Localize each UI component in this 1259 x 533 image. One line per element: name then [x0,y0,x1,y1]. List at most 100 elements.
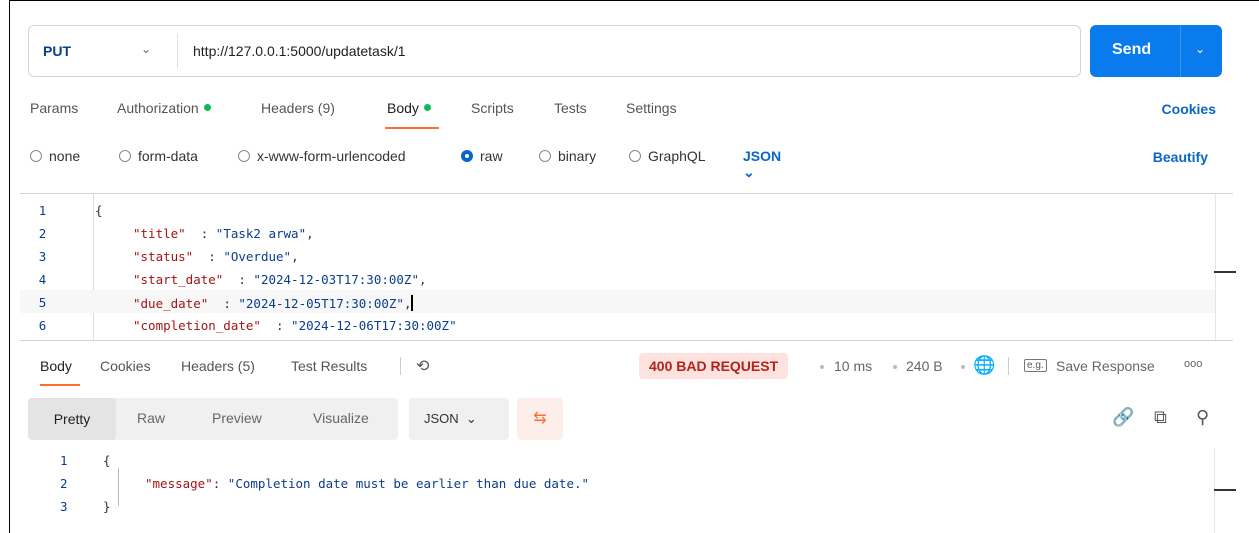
editor-line-active: 5 "due_date" : "2024-12-05T17:30:00Z", [20,290,1215,313]
tab-params[interactable]: Params [30,100,78,116]
radio-binary[interactable]: binary [539,148,596,164]
link-icon[interactable]: 🔗 [1112,407,1134,428]
history-icon[interactable]: ⟲ [416,356,429,376]
method-select[interactable]: PUT [43,43,71,59]
json-sep: : [260,318,292,333]
globe-icon[interactable]: 🌐 [973,355,995,376]
copy-icon[interactable]: ⧉ [1154,407,1167,428]
json-value: "Overdue" [223,249,292,264]
editor-line: 6 "completion_date" : "2024-12-06T17:30:… [20,313,1215,336]
save-response-button[interactable]: Save Response [1056,358,1155,374]
send-button[interactable]: Send ⌄ [1090,25,1222,77]
request-body-editor[interactable]: 1 { 2 "title" : "Task2 arwa", 3 "status"… [20,193,1233,341]
radio-icon [30,150,42,162]
radio-icon [539,150,551,162]
line-number: 1 [60,453,68,468]
line-number: 1 [38,203,47,218]
editor-line: 1 { [20,198,1215,221]
code-text: "due_date" : "2024-12-05T17:30:00Z", [133,295,414,311]
chevron-down-icon[interactable]: ⌄ [141,42,151,56]
json-value: "Completion date must be earlier than du… [227,476,590,491]
format-label: JSON [743,148,782,164]
response-tab-body[interactable]: Body [40,358,72,374]
code-text: "completion_date" : "2024-12-06T17:30:00… [133,318,457,333]
more-options-icon[interactable]: ooo [1184,358,1202,370]
url-input[interactable]: http://127.0.0.1:5000/updatetask/1 [193,43,406,59]
view-pretty[interactable]: Pretty [28,398,116,440]
code-text: } [103,499,111,514]
url-bar: PUT ⌄ http://127.0.0.1:5000/updatetask/1 [28,25,1081,77]
response-tab-cookies[interactable]: Cookies [100,358,151,374]
radio-label: x-www-form-urlencoded [257,148,406,164]
json-value: "Task2 arwa" [215,226,307,241]
text-cursor [411,295,414,311]
json-sep: : [223,272,254,287]
wrap-lines-icon[interactable]: ⇆ [517,398,563,440]
divider [400,357,401,375]
response-view-toggle: Pretty Raw Preview Visualize [28,398,398,440]
line-number: 2 [38,226,47,241]
response-body[interactable]: 1 { 2 "message": "Completion date must b… [20,448,1233,533]
separator-dot [820,365,824,369]
code-text: "status" : "Overdue", [133,249,299,264]
response-size[interactable]: 240 B [906,358,943,374]
active-dot-icon [203,104,211,111]
json-value: "2024-12-03T17:30:00Z" [253,272,419,287]
beautify-button[interactable]: Beautify [1153,149,1208,165]
status-badge[interactable]: 400 BAD REQUEST [639,353,789,379]
tab-tests[interactable]: Tests [554,100,587,116]
response-tab-test-results[interactable]: Test Results [291,358,367,374]
radio-form-data[interactable]: form-data [119,148,198,164]
divider [177,34,178,68]
radio-label: raw [480,148,503,164]
search-icon[interactable]: ⚲ [1196,407,1209,428]
json-key: "status" [133,249,194,264]
separator-dot [893,365,897,369]
radio-label: none [49,148,81,164]
json-sep: : [193,249,224,264]
view-raw[interactable]: Raw [137,410,165,426]
radio-none[interactable]: none [30,148,80,164]
chevron-down-icon: ⌄ [465,411,477,426]
divider [1008,357,1009,375]
chevron-down-icon[interactable]: ⌄ [1195,42,1205,56]
body-format-select[interactable]: JSON ⌄ [743,148,781,181]
radio-raw[interactable]: raw [461,148,503,164]
radio-label: GraphQL [648,148,706,164]
code-text: { [95,203,103,218]
radio-icon [119,150,131,162]
json-key: "message" [145,476,213,491]
scroll-marker [1214,271,1236,273]
response-time[interactable]: 10 ms [834,358,872,374]
view-preview[interactable]: Preview [212,410,262,426]
response-bar: Body Cookies Headers (5) Test Results ⟲ … [20,345,1250,389]
json-key: "due_date" [133,296,209,311]
radio-urlencoded[interactable]: x-www-form-urlencoded [238,148,406,164]
radio-icon [238,150,250,162]
tab-scripts[interactable]: Scripts [471,100,514,116]
tab-body[interactable]: Body [387,100,431,116]
format-label: JSON [424,411,459,426]
editor-scrollbar[interactable] [1215,194,1233,340]
tab-settings[interactable]: Settings [626,100,677,116]
json-value: "2024-12-06T17:30:00Z" [291,318,457,333]
tab-label: Body [387,100,419,116]
save-response-icon: e.g. [1024,359,1047,372]
json-value: "2024-12-05T17:30:00Z" [238,296,404,311]
active-tab-indicator [385,127,439,129]
json-key: "completion_date" [133,318,261,333]
view-visualize[interactable]: Visualize [313,410,369,426]
radio-graphql[interactable]: GraphQL [629,148,706,164]
editor-line: 2 "title" : "Task2 arwa", [20,221,1215,244]
separator-dot [961,365,965,369]
response-tab-headers[interactable]: Headers (5) [181,358,255,374]
json-key: "title" [133,226,186,241]
response-format-select[interactable]: JSON ⌄ [409,398,509,440]
line-number: 5 [38,295,47,310]
line-number: 3 [60,499,68,514]
tab-headers[interactable]: Headers (9) [261,100,335,116]
json-end: , [403,296,412,311]
tab-authorization[interactable]: Authorization [117,100,211,116]
radio-label: form-data [138,148,198,164]
cookies-link[interactable]: Cookies [1162,101,1216,117]
